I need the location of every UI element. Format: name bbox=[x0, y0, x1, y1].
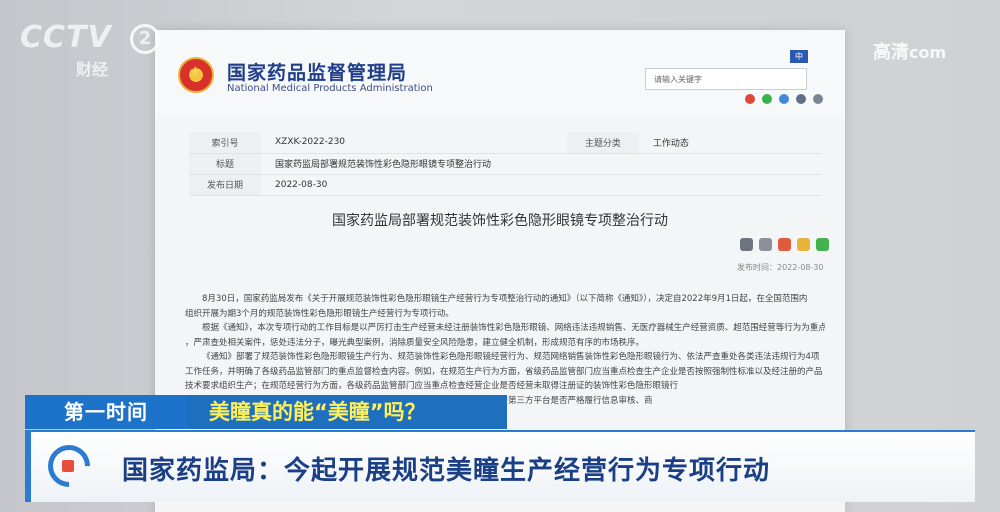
share-wechat-icon[interactable] bbox=[816, 238, 829, 251]
channel-logo: CCTV 2 财经 bbox=[20, 20, 160, 79]
value-date: 2022-08-30 bbox=[261, 174, 821, 196]
video-frame: 国家药品监督管理局 National Medical Products Admi… bbox=[0, 0, 1000, 512]
value-title: 国家药监局部署规范装饰性彩色隐形眼镜专项整治行动 bbox=[261, 153, 821, 175]
hd-watermark: 高清com bbox=[873, 38, 946, 64]
print-icon[interactable] bbox=[759, 238, 772, 251]
channel-number: 2 bbox=[130, 24, 160, 54]
paragraph: 技术要求组织生产；在规范经营行为方面，各级药品监管部门应当重点检查经营企业是否经… bbox=[185, 381, 679, 391]
paragraph: 8月30日，国家药监局发布《关于开展规范装饰性彩色隐形眼镜生产经营行为专项整治行… bbox=[202, 294, 808, 304]
lower-third: 国家药监局：今起开展规范美瞳生产经营行为专项行动 bbox=[25, 430, 975, 502]
wechat-icon[interactable] bbox=[762, 94, 772, 104]
label-index: 索引号 bbox=[189, 132, 261, 154]
table-row: 发布日期 2022-08-30 bbox=[189, 174, 821, 196]
national-emblem-icon bbox=[178, 57, 214, 93]
weibo-icon[interactable] bbox=[745, 94, 755, 104]
paragraph: 组织开展为期3个月的规范装饰性彩色隐形眼镜生产经营行为专项行动。 bbox=[185, 308, 454, 319]
paragraph: 根据《通知》，本次专项行动的工作目标是以严厉打击生产经营未经注册装饰性彩色隐形眼… bbox=[202, 323, 825, 333]
download-icon[interactable] bbox=[740, 238, 753, 251]
value-category: 工作动态 bbox=[638, 132, 821, 154]
label-date: 发布日期 bbox=[189, 174, 261, 196]
paragraph: ，严肃查处相关案件，惩处违法分子，曝光典型案例，消除质量安全风险隐患，建立健全机… bbox=[185, 337, 645, 348]
accent-bar bbox=[25, 432, 31, 502]
publish-date: 发布时间：2022-08-30 bbox=[737, 263, 824, 272]
language-button[interactable]: 中 bbox=[790, 50, 808, 63]
share-weibo-icon[interactable] bbox=[778, 238, 791, 251]
topic-question: 美瞳真的能“美瞳”吗？ bbox=[187, 395, 507, 429]
paragraph: 《通知》部署了规范装饰性彩色隐形眼镜生产行为、规范装饰性彩色隐形眼镜经营行为、规… bbox=[202, 352, 820, 362]
program-tag: 第一时间 bbox=[25, 395, 187, 429]
hd-domain: com bbox=[909, 43, 947, 62]
table-row: 索引号 XZXK-2022-230 主题分类 工作动态 bbox=[189, 132, 821, 154]
channel-name: 财经 bbox=[76, 60, 109, 79]
document-info-table: 索引号 XZXK-2022-230 主题分类 工作动态 标题 国家药监局部署规范… bbox=[189, 132, 821, 196]
rss-icon[interactable] bbox=[796, 94, 806, 104]
user-icon[interactable] bbox=[813, 94, 823, 104]
paragraph: 工作任务，并明确了各级药品监管部门的重点监督检查内容。例如，在规范生产行为方面，… bbox=[185, 366, 823, 377]
headline: 国家药监局：今起开展规范美瞳生产经营行为专项行动 bbox=[122, 456, 771, 486]
article-body: 8月30日，国家药监局发布《关于开展规范装饰性彩色隐形眼镜生产经营行为专项整治行… bbox=[185, 292, 825, 408]
site-name-en: National Medical Products Administration bbox=[227, 83, 433, 94]
social-links bbox=[745, 94, 823, 104]
article-tools bbox=[740, 238, 829, 251]
site-header: 国家药品监督管理局 National Medical Products Admi… bbox=[155, 30, 845, 118]
table-row: 标题 国家药监局部署规范装饰性彩色隐形眼镜专项整治行动 bbox=[189, 153, 821, 175]
value-index: XZXK-2022-230 bbox=[261, 132, 567, 154]
site-name[interactable]: 国家药品监督管理局 bbox=[227, 58, 407, 85]
red-dot-icon bbox=[62, 460, 74, 472]
hd-label: 高清 bbox=[873, 42, 909, 63]
document-title: 国家药监局部署规范装饰性彩色隐形眼镜专项整治行动 bbox=[332, 213, 668, 229]
label-title: 标题 bbox=[189, 153, 261, 175]
search-input[interactable]: 请输入关键字 bbox=[645, 68, 807, 90]
cctv-logo: CCTV bbox=[20, 20, 112, 55]
label-category: 主题分类 bbox=[566, 132, 639, 154]
mobile-icon[interactable] bbox=[779, 94, 789, 104]
share-qzone-icon[interactable] bbox=[797, 238, 810, 251]
